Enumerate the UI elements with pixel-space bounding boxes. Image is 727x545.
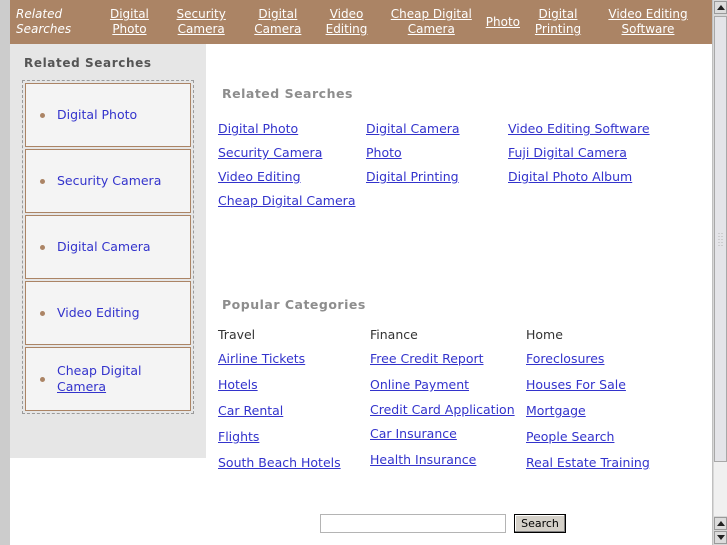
sidebar-item-label: Digital Camera [57,239,151,254]
related-search-link[interactable]: Fuji Digital Camera [508,141,688,165]
popular-categories-columns: Travel Airline Tickets Hotels Car Rental… [218,324,698,476]
banner-link-digital-printing[interactable]: Digital Printing [522,7,594,37]
chevron-up-icon [716,521,725,526]
sidebar-item-label: Security Camera [57,173,162,188]
related-searches-column-3: Video Editing Software Fuji Digital Came… [508,117,688,213]
top-banner: Related Searches Digital Photo Security … [10,0,712,44]
category-link[interactable]: Free Credit Report [370,346,526,372]
category-link[interactable]: Mortgage [526,398,698,424]
related-search-link[interactable]: Digital Photo Album [508,165,688,189]
category-link[interactable]: Car Insurance [370,421,526,447]
category-link[interactable]: Health Insurance [370,447,526,473]
banner-link-security-camera[interactable]: Security Camera [161,7,242,37]
related-searches-links: Digital Photo Security Camera Video Edit… [218,117,698,213]
scroll-up-button[interactable] [714,1,727,14]
related-search-link[interactable]: Video Editing Software [508,117,688,141]
related-search-link[interactable]: Security Camera [218,141,366,165]
related-search-link[interactable]: Cheap Digital Camera [218,189,366,213]
sidebar-item-label: Cheap Digital [57,363,142,378]
category-label-travel: Travel [218,327,256,342]
main-column: Related Searches Digital Photo Security … [218,44,698,476]
chevron-up-icon [716,5,725,10]
related-searches-column-1: Digital Photo Security Camera Video Edit… [218,117,366,213]
category-link[interactable]: South Beach Hotels [218,450,370,476]
left-gutter [0,0,10,545]
scroll-up-button-bottom[interactable] [714,517,727,530]
sidebar: Related Searches Digital Photo Security … [10,44,206,458]
category-link[interactable]: Hotels [218,372,370,398]
category-label-finance: Finance [370,327,418,342]
bullet-icon [40,376,45,382]
category-link[interactable]: Credit Card Application [370,398,526,421]
sidebar-item-label-underlined: Camera [57,379,107,394]
sidebar-heading: Related Searches [24,56,152,70]
banner-link-video-editing-software[interactable]: Video Editing Software [594,7,702,37]
scrollbar-thumb[interactable] [714,16,727,462]
bullet-icon [40,178,45,184]
sidebar-item-label: Video Editing [57,305,140,320]
scroll-down-button[interactable] [714,531,727,544]
category-link[interactable]: Flights [218,424,370,450]
category-link[interactable]: Houses For Sale [526,372,698,398]
sidebar-item-video-editing[interactable]: Video Editing [25,281,191,345]
banner-link-digital-camera[interactable]: Digital Camera [242,7,315,37]
sidebar-item-digital-camera[interactable]: Digital Camera [25,215,191,279]
related-search-link[interactable]: Digital Photo [218,117,366,141]
related-search-link[interactable]: Digital Camera [366,117,508,141]
banner-title: Related Searches [16,7,72,36]
category-link[interactable]: Foreclosures [526,346,698,372]
sidebar-item-security-camera[interactable]: Security Camera [25,149,191,213]
category-column-travel: Travel Airline Tickets Hotels Car Rental… [218,324,370,476]
category-column-home: Home Foreclosures Houses For Sale Mortga… [526,324,698,476]
category-link[interactable]: Car Rental [218,398,370,424]
search-button[interactable]: Search [514,514,566,533]
category-column-finance: Finance Free Credit Report Online Paymen… [370,324,526,476]
banner-link-photo[interactable]: Photo [484,15,522,30]
banner-link-digital-photo[interactable]: Digital Photo [98,7,161,37]
category-link[interactable]: Online Payment [370,372,526,398]
category-link[interactable]: People Search [526,424,698,450]
banner-link-video-editing[interactable]: Video Editing [314,7,379,37]
related-search-link[interactable]: Photo [366,141,508,165]
page-root: Related Searches Digital Photo Security … [0,0,727,545]
category-label-home: Home [526,327,563,342]
search-form: Search [320,514,566,533]
bullet-icon [40,244,45,250]
related-search-link[interactable]: Digital Printing [366,165,508,189]
sidebar-item-list: Digital Photo Security Camera Digital Ca… [22,80,194,414]
sidebar-item-label-wrapper: Cheap Digital Camera [57,363,175,395]
sidebar-item-digital-photo[interactable]: Digital Photo [25,83,191,147]
content-area: Related Searches Digital Photo Security … [10,0,712,545]
grip-icon [717,232,724,246]
category-link[interactable]: Airline Tickets [218,346,370,372]
banner-link-cheap-digital-camera[interactable]: Cheap Digital Camera [379,7,484,37]
related-searches-heading: Related Searches [222,86,353,101]
related-searches-column-2: Digital Camera Photo Digital Printing [366,117,508,213]
related-search-link[interactable]: Video Editing [218,165,366,189]
scrollbar-track[interactable] [714,462,727,516]
category-link[interactable]: Real Estate Training [526,450,698,476]
chevron-down-icon [716,535,725,540]
bullet-icon [40,310,45,316]
bullet-icon [40,112,45,118]
sidebar-item-cheap-digital-camera[interactable]: Cheap Digital Camera [25,347,191,411]
sidebar-item-label: Digital Photo [57,107,138,122]
popular-categories-heading: Popular Categories [222,297,366,312]
search-input[interactable] [320,514,506,533]
vertical-scrollbar[interactable] [712,0,727,545]
banner-link-list: Digital Photo Security Camera Digital Ca… [98,7,708,37]
